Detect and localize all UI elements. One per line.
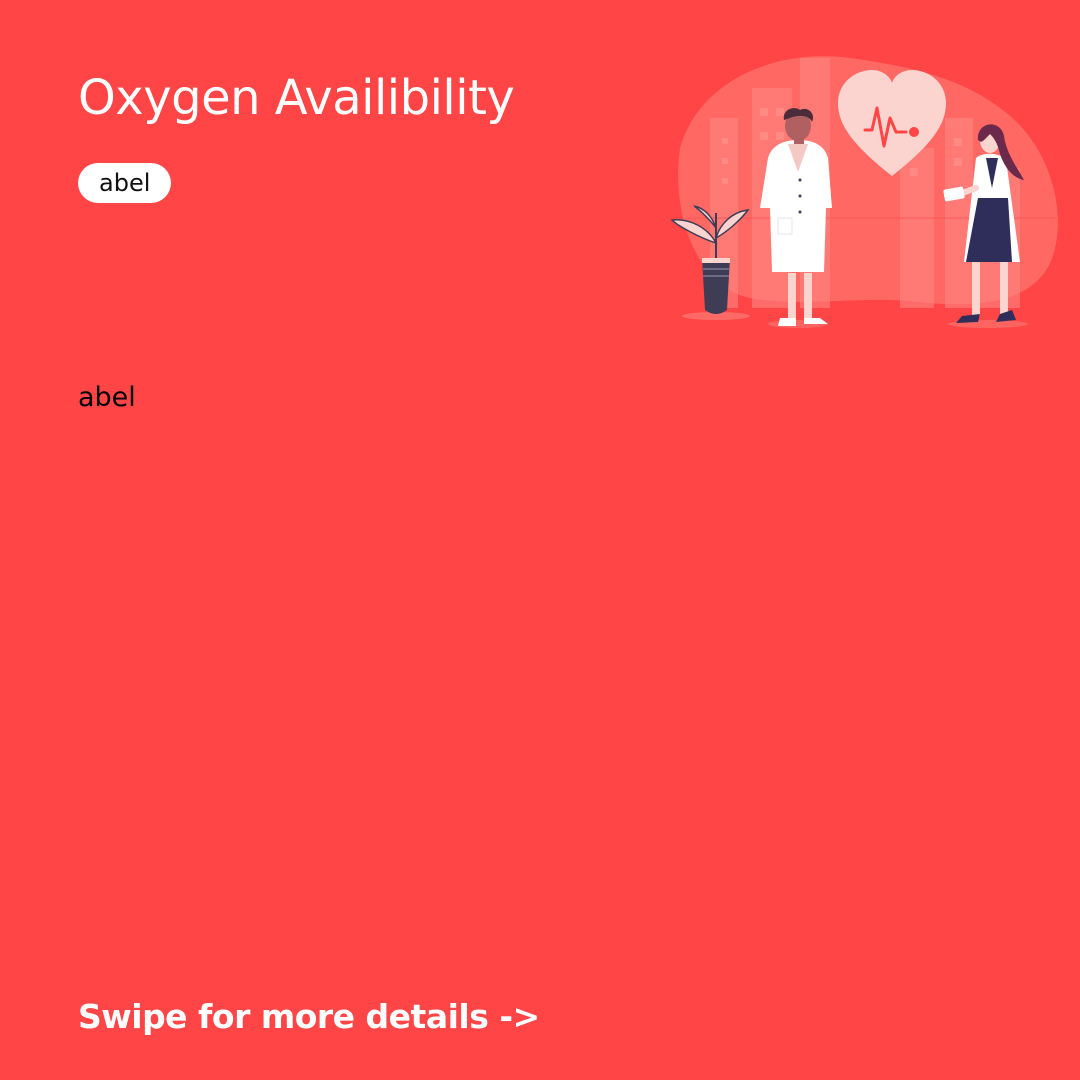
body-label: abel bbox=[78, 382, 136, 413]
swipe-hint[interactable]: Swipe for more details -> bbox=[78, 997, 540, 1037]
post-card: Oxygen Availibility abel abel Swipe for … bbox=[0, 0, 1080, 1080]
doctors-heartbeat-illustration bbox=[660, 48, 1070, 340]
page-title: Oxygen Availibility bbox=[78, 70, 515, 126]
tag-badge: abel bbox=[78, 163, 172, 203]
